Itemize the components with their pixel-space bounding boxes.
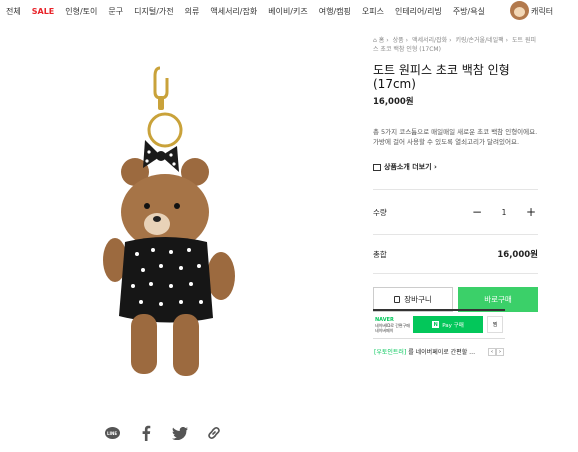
breadcrumb-home-icon[interactable]: ⌂ <box>373 37 377 44</box>
promo-message: 를 네이버페이로 간편할 … <box>408 349 476 356</box>
breadcrumb-item-accessories[interactable]: 액세서리/잡화 <box>412 37 447 44</box>
naver-note-2: 네이버페이 <box>375 327 394 333</box>
naver-pay-label: Pay 구매 <box>442 322 464 329</box>
product-description: 총 5가지 코스튬으로 매일매일 새로운 초코 백참 인형이에요. 가방에 걸어… <box>373 128 538 146</box>
buy-now-label: 바로구매 <box>484 295 512 304</box>
total-label: 총합 <box>373 249 387 259</box>
nav-item-digital[interactable]: 디지털/가전 <box>134 6 174 17</box>
product-image <box>103 66 235 376</box>
nav-item-office[interactable]: 오피스 <box>362 6 384 17</box>
nav-item-kitchen[interactable]: 주방/욕실 <box>453 6 485 17</box>
breadcrumb-item-products[interactable]: 상품 <box>393 37 404 44</box>
wishlist-button[interactable]: 찜 <box>487 316 503 333</box>
shopping-bag-icon <box>394 296 401 303</box>
breadcrumb: ⌂ 홈 › 상품 › 액세서리/잡화 › 키링/손거울/네일팩 › 도트 원피스 초코 … <box>373 37 536 53</box>
more-info-button[interactable]: 상품소개 더보기 › <box>373 162 538 172</box>
nav-item-interior[interactable]: 인테리어/리빙 <box>395 6 442 17</box>
link-copy-icon[interactable] <box>205 424 223 442</box>
naver-pay-box: NAVER 네이버ID로 간편구매 네이버페이 N Pay 구매 찜 <box>373 309 505 339</box>
quantity-row: 수량 − 1 + <box>373 190 538 234</box>
nav-item-stationery[interactable]: 문구 <box>108 6 123 17</box>
product-title: 도트 원피스 초코 백참 인형 (17cm) <box>373 63 510 91</box>
quantity-minus-button[interactable]: − <box>470 205 484 219</box>
naver-pay-button[interactable]: N Pay 구매 <box>413 316 483 333</box>
nav-item-character[interactable]: 캐릭터 <box>531 6 553 17</box>
naver-promo: [우토인트러] 를 네이버페이로 간편할 … ‹ › <box>374 347 504 356</box>
more-info-label: 상품소개 더보기 › <box>384 163 437 171</box>
nav-item-travel[interactable]: 여행/캠핑 <box>319 6 351 17</box>
top-navigation: 전체 SALE 인형/토이 문구 디지털/가전 의류 액세서리/잡화 베이비/키… <box>0 0 578 22</box>
nav-item-baby-kids[interactable]: 베이비/키즈 <box>268 6 308 17</box>
breadcrumb-item-home[interactable]: 홈 <box>379 37 385 44</box>
product-info-panel: ⌂ 홈 › 상품 › 액세서리/잡화 › 키링/손거울/네일팩 › 도트 원피스 초코 … <box>373 36 538 312</box>
line-share-icon[interactable]: LINE <box>103 424 121 442</box>
quantity-plus-button[interactable]: + <box>524 205 538 219</box>
total-row: 총합 16,000원 <box>373 235 538 273</box>
twitter-share-icon[interactable] <box>171 424 189 442</box>
add-to-cart-label: 장바구니 <box>404 295 432 304</box>
facebook-share-icon[interactable] <box>137 424 155 442</box>
naver-n-icon: N <box>432 321 440 328</box>
nav-item-sale[interactable]: SALE <box>32 7 55 16</box>
promo-prev-icon[interactable]: ‹ <box>488 347 496 356</box>
promo-tag: [우토인트러] <box>374 349 407 356</box>
quantity-value[interactable]: 1 <box>484 208 524 217</box>
promo-next-icon[interactable]: › <box>496 347 504 356</box>
share-bar: LINE <box>103 424 239 442</box>
naver-pay-info: NAVER 네이버ID로 간편구매 네이버페이 <box>373 317 413 333</box>
product-price: 16,000원 <box>373 97 414 107</box>
character-avatar-icon[interactable] <box>510 1 529 20</box>
nav-item-dolls-toys[interactable]: 인형/토이 <box>65 6 97 17</box>
nav-item-clothing[interactable]: 의류 <box>185 6 200 17</box>
quantity-stepper: − 1 + <box>470 205 538 219</box>
quantity-label: 수량 <box>373 207 387 217</box>
promo-nav: ‹ › <box>488 347 504 356</box>
nav-item-all[interactable]: 전체 <box>6 6 21 17</box>
breadcrumb-item-keyring[interactable]: 키링/손거울/네일팩 <box>455 37 503 44</box>
naver-note-1: 네이버ID로 간편구매 <box>375 322 410 328</box>
promo-text[interactable]: [우토인트러] 를 네이버페이로 간편할 … <box>374 347 475 356</box>
line-share-label: LINE <box>104 427 120 439</box>
total-value: 16,000원 <box>497 250 538 260</box>
nav-item-accessories[interactable]: 액세서리/잡화 <box>210 6 257 17</box>
details-icon <box>373 163 381 171</box>
divider <box>373 273 538 274</box>
